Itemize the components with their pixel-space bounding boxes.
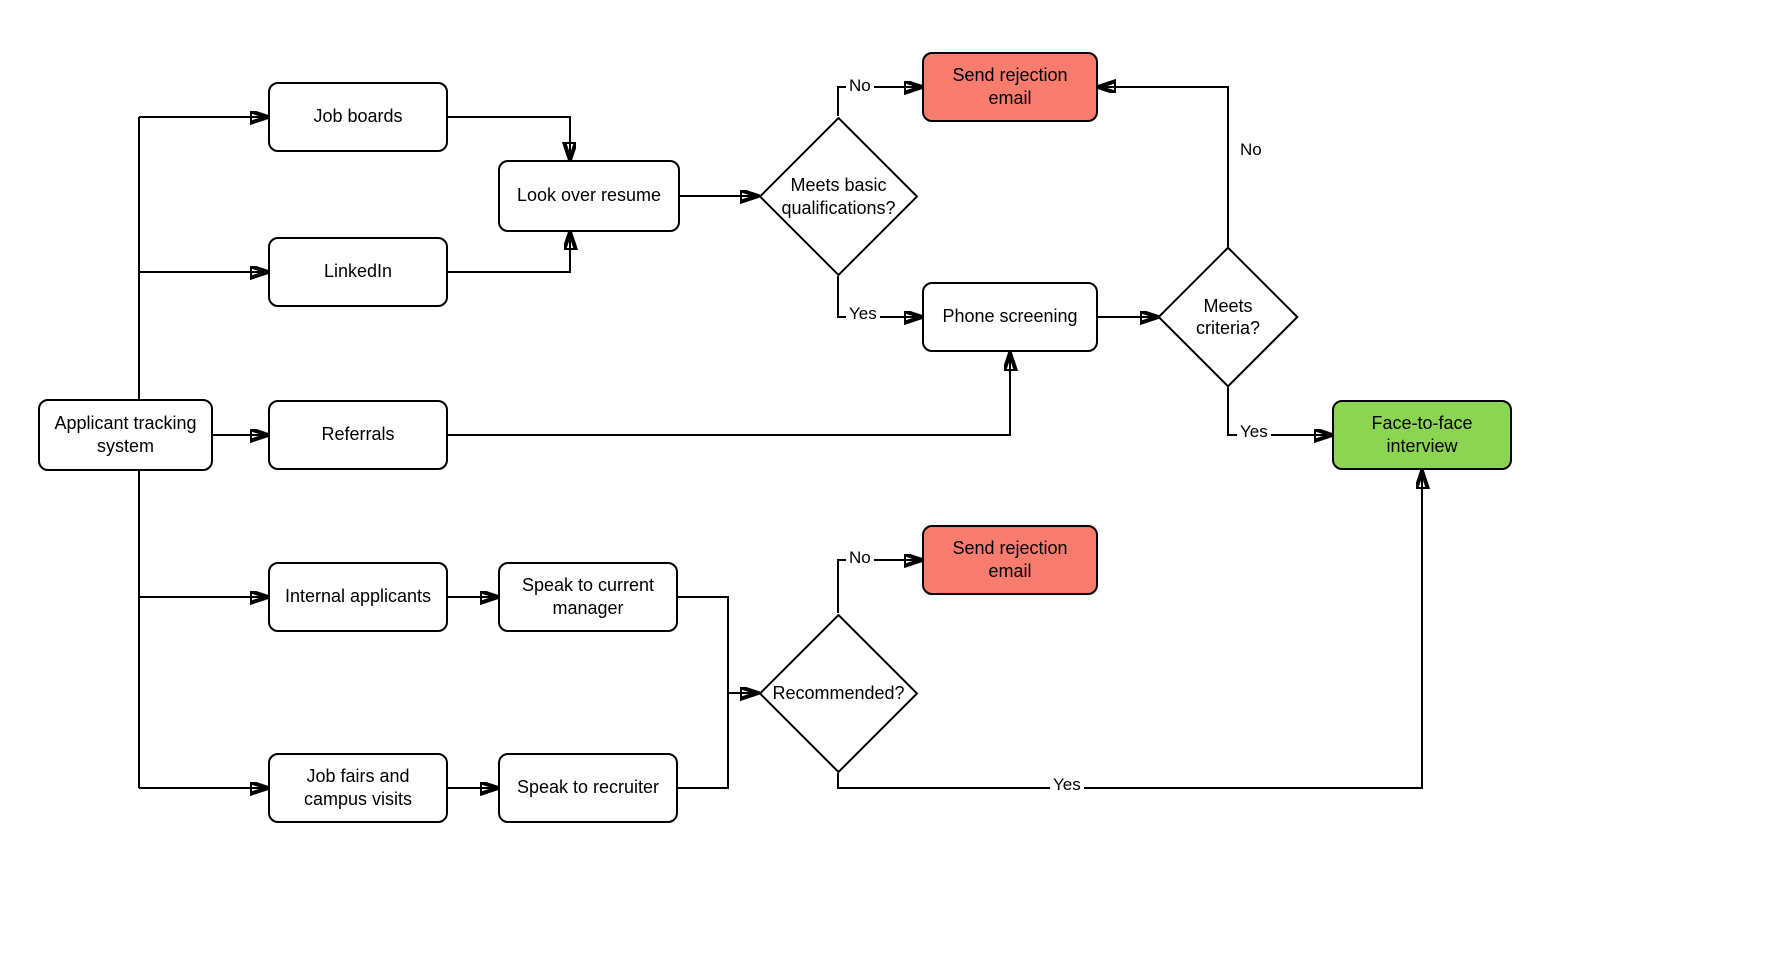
edge-label-no: No [846, 548, 874, 568]
node-label: Speak to current manager [510, 574, 666, 621]
node-label: Look over resume [517, 184, 661, 207]
node-label: Meets basic qualifications? [781, 174, 895, 219]
decision-meets-basic-qualifications: Meets basic qualifications? [759, 117, 919, 277]
node-label: Send rejection email [934, 537, 1086, 584]
node-label: Internal applicants [285, 585, 431, 608]
decision-recommended: Recommended? [759, 614, 919, 774]
edge-label-yes: Yes [1050, 775, 1084, 795]
node-referrals: Referrals [268, 400, 448, 470]
node-speak-current-manager: Speak to current manager [498, 562, 678, 632]
edge-label-no: No [1237, 140, 1265, 160]
decision-meets-criteria: Meets criteria? [1157, 246, 1298, 387]
flowchart-canvas: Applicant tracking system Job boards Lin… [0, 0, 1767, 966]
node-label: Job boards [313, 105, 402, 128]
node-label: Applicant tracking system [50, 412, 201, 459]
edge-label-yes: Yes [846, 304, 880, 324]
node-send-rejection-email-bottom: Send rejection email [922, 525, 1098, 595]
node-job-boards: Job boards [268, 82, 448, 152]
node-job-fairs: Job fairs and campus visits [268, 753, 448, 823]
node-internal-applicants: Internal applicants [268, 562, 448, 632]
node-phone-screening: Phone screening [922, 282, 1098, 352]
node-label: Job fairs and campus visits [280, 765, 436, 812]
node-label: Send rejection email [934, 64, 1086, 111]
node-label: Referrals [321, 423, 394, 446]
node-send-rejection-email-top: Send rejection email [922, 52, 1098, 122]
node-label: LinkedIn [324, 260, 392, 283]
node-label: Face-to-face interview [1344, 412, 1500, 459]
node-look-over-resume: Look over resume [498, 160, 680, 232]
node-label: Phone screening [942, 305, 1077, 328]
edge-label-yes: Yes [1237, 422, 1271, 442]
node-applicant-tracking-system: Applicant tracking system [38, 399, 213, 471]
edge-label-no: No [846, 76, 874, 96]
node-speak-recruiter: Speak to recruiter [498, 753, 678, 823]
node-label: Meets criteria? [1186, 295, 1270, 340]
node-label: Recommended? [772, 682, 904, 705]
node-label: Speak to recruiter [517, 776, 659, 799]
node-face-to-face-interview: Face-to-face interview [1332, 400, 1512, 470]
node-linkedin: LinkedIn [268, 237, 448, 307]
